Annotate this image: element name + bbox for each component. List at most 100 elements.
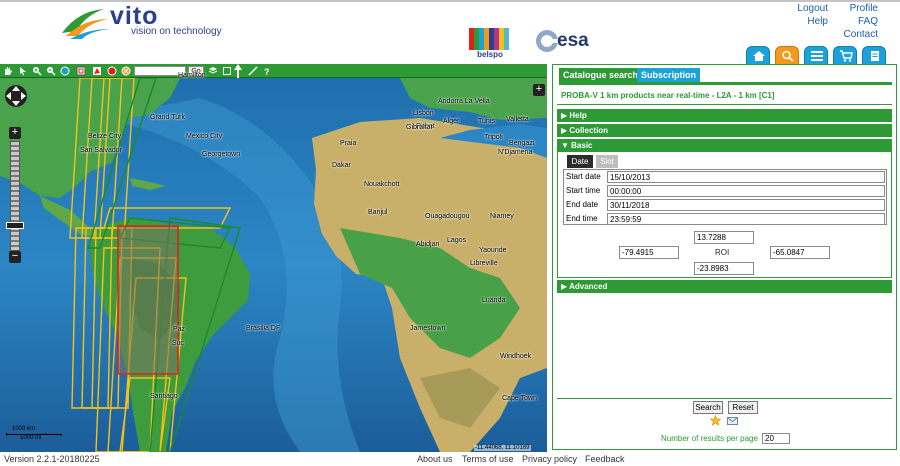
- home-button[interactable]: [746, 46, 770, 66]
- list-button[interactable]: [804, 46, 828, 66]
- roi-north-field[interactable]: [694, 231, 754, 244]
- chevron-right-icon: ▶: [561, 111, 568, 120]
- section-basic-label: Basic: [571, 141, 593, 150]
- product-title[interactable]: PROBA-V 1 km products near real-time - L…: [561, 91, 775, 100]
- slot-mode-button[interactable]: Slot: [596, 155, 618, 168]
- satellite-image-overlay: [118, 226, 178, 374]
- scale-km: 1000 km: [12, 426, 36, 432]
- hand-pan-icon[interactable]: [3, 66, 13, 76]
- zoom-out-button[interactable]: −: [9, 251, 21, 263]
- roi-south-field[interactable]: [694, 262, 754, 275]
- place-label: Suc: [172, 340, 185, 347]
- end-time-label: End time: [566, 214, 598, 223]
- terms-link[interactable]: Terms of use: [462, 454, 514, 464]
- map-viewer[interactable]: Go ? + − + Hamilton Grand Turk Belize Ci…: [0, 64, 547, 452]
- place-label: Lagos: [447, 237, 467, 244]
- results-per-page-field[interactable]: [762, 433, 790, 444]
- list-icon: [811, 51, 823, 61]
- section-advanced[interactable]: ▶ Advanced: [557, 280, 892, 293]
- place-label: Valletta: [506, 116, 529, 123]
- map-canvas[interactable]: [0, 78, 547, 452]
- place-label: Abidjan: [416, 241, 440, 248]
- draw-point-icon[interactable]: [107, 66, 117, 76]
- star-icon[interactable]: [710, 415, 721, 426]
- home-icon: [753, 51, 765, 61]
- chevron-down-icon: ▼: [561, 141, 569, 150]
- scale-bar: 1000 km 1000 mi: [6, 426, 66, 444]
- reset-button[interactable]: Reset: [728, 401, 758, 414]
- zoom-in-icon[interactable]: [32, 66, 42, 76]
- document-button[interactable]: [862, 46, 886, 66]
- draw-rectangle-icon[interactable]: [76, 66, 86, 76]
- profile-link[interactable]: Profile: [840, 3, 878, 14]
- end-time-field[interactable]: [607, 213, 885, 225]
- zoom-slider-rail[interactable]: [10, 141, 20, 251]
- mail-icon[interactable]: [727, 417, 738, 425]
- esa-wordmark: esa: [557, 30, 589, 51]
- place-label: Santiago: [150, 393, 178, 400]
- tab-subscription[interactable]: Subscription: [637, 68, 701, 82]
- start-date-field[interactable]: [607, 171, 885, 183]
- pan-control[interactable]: [4, 84, 28, 108]
- place-label: Praia: [340, 140, 357, 147]
- place-label: Mexico City: [186, 133, 223, 140]
- section-basic[interactable]: ▼ Basic: [557, 139, 892, 152]
- title-divider: [557, 104, 892, 105]
- tab-catalogue-search[interactable]: Catalogue search: [559, 68, 643, 82]
- zoom-slider-handle[interactable]: [6, 222, 24, 229]
- zoom-out-icon[interactable]: [46, 66, 56, 76]
- header: vito vision on technology belspo esa Log…: [0, 0, 900, 66]
- help-question-icon[interactable]: ?: [262, 66, 272, 76]
- search-button[interactable]: Search: [693, 401, 723, 414]
- place-label: Nouakchott: [364, 181, 400, 188]
- logout-link[interactable]: Logout: [780, 3, 828, 14]
- place-label: Ouagadougou: [425, 213, 470, 220]
- about-link[interactable]: About us: [417, 454, 453, 464]
- cart-button[interactable]: [833, 46, 857, 66]
- contact-link[interactable]: Contact: [830, 29, 878, 40]
- place-label: N'Djamena: [498, 149, 533, 156]
- draw-polygon-icon[interactable]: [92, 66, 102, 76]
- chevron-right-icon: ▶: [561, 126, 568, 135]
- end-date-field[interactable]: [607, 199, 885, 211]
- clear-icon[interactable]: [121, 66, 131, 76]
- section-advanced-label: Advanced: [569, 282, 608, 291]
- start-time-field[interactable]: [607, 185, 885, 197]
- section-collection-label: Collection: [569, 126, 609, 135]
- search-button[interactable]: [775, 46, 799, 66]
- map-toolbar: Go ?: [0, 64, 547, 78]
- feedback-link[interactable]: Feedback: [585, 454, 625, 464]
- privacy-link[interactable]: Privacy policy: [522, 454, 577, 464]
- pan-arrows-icon[interactable]: [4, 84, 28, 108]
- measure-icon[interactable]: [248, 66, 258, 76]
- layers-icon[interactable]: [208, 66, 218, 76]
- roi-west-field[interactable]: [619, 246, 679, 259]
- place-label: Alger: [443, 118, 460, 125]
- results-per-page-label: Number of results per page: [661, 434, 758, 443]
- help-link[interactable]: Help: [780, 16, 828, 27]
- roi-east-field[interactable]: [770, 246, 830, 259]
- place-label: Luanda: [482, 297, 506, 304]
- place-label: San Salvador: [80, 147, 123, 154]
- section-help[interactable]: ▶ Help: [557, 109, 892, 122]
- date-mode-button[interactable]: Date: [567, 155, 593, 168]
- fullscreen-icon[interactable]: [222, 66, 232, 76]
- place-label: Georgetown: [202, 151, 241, 158]
- tab-underline: [559, 82, 892, 85]
- place-label: Dakar: [332, 162, 351, 169]
- layer-switcher-toggle[interactable]: +: [533, 84, 545, 96]
- place-label: Grand Turk: [150, 114, 186, 121]
- place-label: Cape Town: [502, 395, 537, 402]
- section-collection[interactable]: ▶ Collection: [557, 124, 892, 137]
- place-label: Gibraltar: [406, 124, 433, 131]
- place-label: Windhoek: [500, 353, 532, 360]
- select-arrow-icon[interactable]: [18, 66, 28, 76]
- faq-link[interactable]: FAQ: [840, 16, 878, 27]
- place-label: Yaounde: [479, 247, 507, 254]
- globe-icon[interactable]: [60, 66, 70, 76]
- cart-icon: [840, 50, 853, 62]
- zoom-in-button[interactable]: +: [9, 127, 21, 139]
- place-label: Niamey: [490, 213, 514, 220]
- pointer-icon[interactable]: [233, 64, 243, 78]
- roi-label: ROI: [715, 248, 730, 257]
